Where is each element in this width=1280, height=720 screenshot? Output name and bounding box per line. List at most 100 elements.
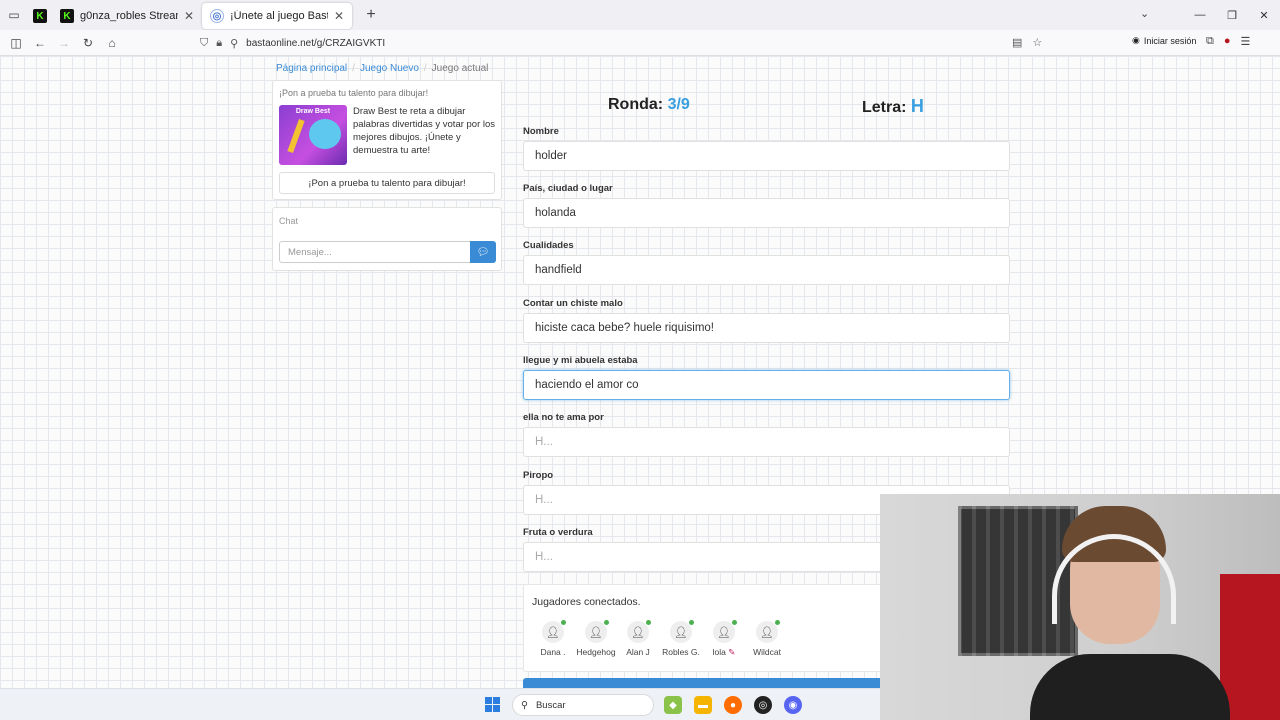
letter-label: Letra:	[862, 99, 907, 116]
obs-icon[interactable]: ◎	[754, 696, 772, 714]
tab-basta[interactable]: ◎ ¡Únete al juego Basta! ✕	[202, 3, 352, 29]
field-label-pais: País, ciudad o lugar	[523, 183, 613, 194]
field-label-fruta: Fruta o verdura	[523, 527, 593, 538]
field-label-chiste: Contar un chiste malo	[523, 298, 623, 309]
search-icon: ⚲	[521, 699, 528, 711]
tab-kick-stream[interactable]: K g0nza_robles Stream - Watch L ✕	[52, 3, 202, 29]
shield-icon[interactable]: ⛉	[200, 37, 208, 50]
pencil-icon	[287, 118, 305, 154]
field-label-no-te-ama: ella no te ama por	[523, 412, 604, 423]
account-icon: ◉	[1132, 35, 1140, 45]
reader-view-icon[interactable]: ▤	[1012, 36, 1022, 49]
url-text[interactable]: bastaonline.net/g/CRZAIGVKTI	[246, 38, 385, 49]
tab-title: ¡Únete al juego Basta!	[230, 10, 328, 22]
promo-text: Draw Best te reta a dibujar palabras div…	[353, 106, 496, 156]
webcam-overlay	[880, 494, 1280, 720]
online-dot	[646, 620, 651, 625]
user-icon: 👤︎	[542, 620, 566, 643]
forward-icon[interactable]: →	[52, 36, 76, 50]
round-value: 3/9	[667, 96, 690, 113]
breadcrumb-current: Juego actual	[431, 63, 489, 74]
breadcrumb-separator: /	[352, 63, 355, 74]
field-input-no-te-ama[interactable]: H...	[523, 427, 1010, 457]
menu-icon[interactable]: ☰	[1241, 35, 1251, 48]
back-icon[interactable]: ←	[28, 36, 52, 50]
globe-favicon-icon: ◎	[210, 9, 224, 23]
maximize-icon[interactable]: ❐	[1216, 9, 1248, 22]
bookmark-star-icon[interactable]: ☆	[1032, 36, 1042, 49]
field-label-nombre: Nombre	[523, 126, 559, 137]
send-message-button[interactable]: 💬︎	[470, 241, 496, 263]
browser-navbar: ◫ ← → ↻ ⌂ ⛉ 🔒︎ ⚲ bastaonline.net/g/CRZAI…	[0, 30, 1280, 56]
letter-indicator: Letra: H	[862, 96, 924, 117]
new-tab-icon[interactable]: +	[358, 6, 384, 24]
tab-title: g0nza_robles Stream - Watch L	[80, 10, 178, 22]
address-bar[interactable]: ⛉ 🔒︎ ⚲ bastaonline.net/g/CRZAIGVKTI	[200, 33, 1050, 53]
copilot-icon[interactable]: ◆	[664, 696, 682, 714]
field-input-pais[interactable]: holanda	[523, 198, 1010, 228]
browser-tabbar: ▭ K K g0nza_robles Stream - Watch L ✕ ◎ …	[0, 0, 1280, 30]
user-icon: 👤︎	[756, 620, 780, 643]
player-name: Wildcat	[753, 647, 781, 657]
letter-value: H	[910, 96, 924, 116]
online-dot	[561, 620, 566, 625]
field-input-chiste[interactable]: hiciste caca bebe? huele riquisimo!	[523, 313, 1010, 343]
taskbar-search[interactable]: ⚲ Buscar	[512, 694, 654, 716]
field-input-abuela[interactable]: haciendo el amor co	[523, 370, 1010, 400]
chevron-down-icon[interactable]: ⌄	[1140, 7, 1149, 20]
lock-icon[interactable]: 🔒︎	[216, 37, 222, 50]
addon-icon[interactable]: ●	[1224, 35, 1231, 48]
promo-panel: ¡Pon a prueba tu talento para dibujar! D…	[272, 80, 502, 200]
field-label-cualidades: Cualidades	[523, 240, 574, 251]
breadcrumb: Página principal / Juego Nuevo / Juego a…	[276, 63, 488, 74]
window-controls: — ❐ ✕	[1184, 0, 1280, 30]
taskbar: ⚲ Buscar ◆ ▬ ● ◎ ◉	[0, 688, 880, 720]
taskbar-apps: ◆ ▬ ● ◎ ◉	[664, 696, 802, 714]
field-label-abuela: llegue y mi abuela estaba	[523, 355, 638, 366]
webcam-red-object	[1220, 574, 1280, 720]
user-icon: 👤︎	[627, 620, 651, 643]
online-dot	[732, 620, 737, 625]
login-button[interactable]: ◉ Iniciar sesión	[1132, 35, 1196, 46]
permissions-icon[interactable]: ⚲	[230, 37, 238, 50]
discord-icon[interactable]: ◉	[784, 696, 802, 714]
chat-bubble-icon: 💬︎	[476, 246, 490, 258]
minimize-icon[interactable]: —	[1184, 9, 1216, 21]
online-dot	[604, 620, 609, 625]
webcam-person-body	[1030, 654, 1230, 720]
kick-favicon-icon: K	[60, 9, 74, 23]
login-label: Iniciar sesión	[1143, 35, 1197, 46]
player-name-text: lola	[712, 647, 726, 657]
round-indicator: Ronda: 3/9	[608, 96, 690, 114]
extensions-icon[interactable]: ⧉	[1206, 35, 1214, 48]
close-window-icon[interactable]: ✕	[1248, 9, 1280, 22]
promo-button[interactable]: ¡Pon a prueba tu talento para dibujar!	[279, 172, 495, 194]
sidebar-icon[interactable]: ◫	[4, 36, 28, 50]
kick-favicon-icon: K	[33, 9, 47, 23]
reload-icon[interactable]: ↻	[76, 36, 100, 50]
field-input-nombre[interactable]: holder	[523, 141, 1010, 171]
field-label-piropo: Piropo	[523, 470, 554, 481]
tab-kick-pinned[interactable]: K	[28, 3, 52, 29]
close-icon[interactable]: ✕	[184, 9, 194, 23]
user-icon: 👤︎	[585, 620, 609, 643]
user-icon: 👤︎	[713, 620, 737, 643]
draw-best-image[interactable]: Draw Best	[279, 105, 347, 165]
user-icon: 👤︎	[670, 620, 694, 643]
firefox-icon[interactable]: ●	[724, 696, 742, 714]
toolbar-icons: ⧉ ● ☰	[1206, 35, 1250, 48]
close-icon[interactable]: ✕	[334, 9, 344, 23]
home-icon[interactable]: ⌂	[100, 36, 124, 50]
chat-message-input[interactable]: Mensaje...	[279, 241, 470, 263]
windows-start-icon[interactable]	[485, 697, 500, 712]
round-label: Ronda:	[608, 96, 664, 113]
promo-image-title: Draw Best	[295, 108, 331, 115]
breadcrumb-new-game[interactable]: Juego Nuevo	[360, 63, 419, 74]
address-bar-actions: ▤ ☆	[1012, 36, 1042, 49]
tab-list-icon[interactable]: ▭	[0, 0, 28, 30]
field-input-cualidades[interactable]: handfield	[523, 255, 1010, 285]
search-label: Buscar	[535, 699, 566, 711]
breadcrumb-home[interactable]: Página principal	[276, 63, 347, 74]
players-title: Jugadores conectados.	[532, 596, 641, 608]
file-explorer-icon[interactable]: ▬	[694, 696, 712, 714]
